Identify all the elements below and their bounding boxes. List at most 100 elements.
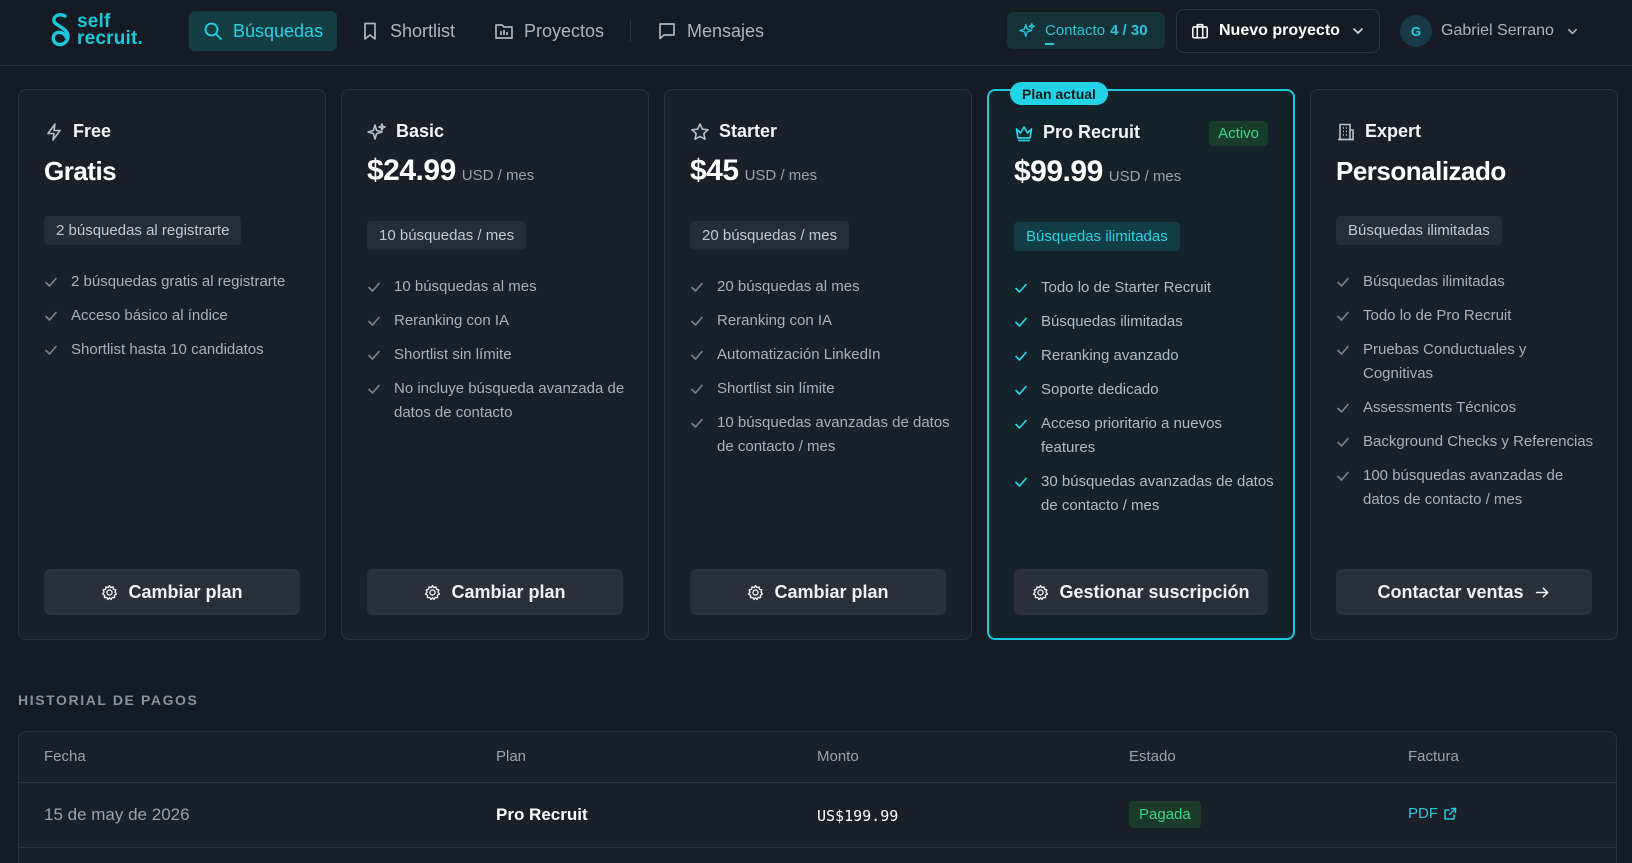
- check-icon: [45, 345, 57, 355]
- plan-price: Personalizado: [1336, 156, 1506, 186]
- feature-item: Pruebas Conductuales y Cognitivas: [1336, 338, 1598, 386]
- plan-header: Free: [44, 121, 111, 142]
- table-header: Fecha Plan Monto Estado Factura: [19, 732, 1616, 783]
- price-unit: USD / mes: [461, 167, 535, 184]
- feature-item: 2 búsquedas gratis al registrarte: [44, 270, 306, 294]
- column-header-plan: Plan: [496, 748, 527, 765]
- nav-label: Mensajes: [687, 20, 765, 41]
- logo-line-2: recruit.: [77, 28, 144, 49]
- check-icon: [691, 418, 703, 428]
- feature-text: 100 búsquedas avanzadas de datos de cont…: [1363, 467, 1564, 508]
- price-row: $24.99 USD / mes: [367, 154, 534, 188]
- check-icon: [368, 350, 380, 360]
- quota-pill: 2 búsquedas al registrarte: [44, 216, 242, 245]
- status-badge: Pagada: [1129, 801, 1201, 828]
- check-icon: [1015, 351, 1027, 361]
- check-icon: [368, 316, 380, 326]
- user-menu[interactable]: G Gabriel Serrano: [1400, 14, 1579, 48]
- change-plan-button[interactable]: Cambiar plan: [690, 569, 946, 615]
- check-icon: [1015, 283, 1027, 293]
- feature-text: Automatización LinkedIn: [717, 346, 881, 363]
- feature-list: Búsquedas ilimitadas Todo lo de Pro Recr…: [1336, 270, 1598, 522]
- feature-item: Shortlist sin límite: [367, 343, 629, 367]
- crown-icon: [1015, 125, 1033, 141]
- feature-list: Todo lo de Starter Recruit Búsquedas ili…: [1014, 276, 1276, 528]
- logo[interactable]: self recruit.: [50, 12, 143, 48]
- contact-label: Contacto: [1045, 22, 1106, 45]
- feature-item: Soporte dedicado: [1014, 378, 1276, 402]
- change-plan-button[interactable]: Cambiar plan: [44, 569, 300, 615]
- plan-price: $45: [690, 154, 739, 187]
- feature-item: 100 búsquedas avanzadas de datos de cont…: [1336, 464, 1598, 512]
- payment-amount: US$199.99: [817, 807, 899, 825]
- check-icon: [1015, 385, 1027, 395]
- plan-name: Expert: [1365, 121, 1422, 141]
- bookmark-icon: [364, 22, 376, 40]
- gear-icon: [748, 584, 764, 600]
- bolt-icon: [47, 122, 61, 141]
- column-header-monto: Monto: [817, 748, 859, 765]
- feature-text: Todo lo de Pro Recruit: [1363, 307, 1512, 324]
- top-bar: self recruit. Búsquedas Shortlist Proyec…: [0, 0, 1632, 66]
- feature-text: Assessments Técnicos: [1363, 399, 1517, 416]
- star-icon: [691, 122, 709, 140]
- nav-proyectos[interactable]: Proyectos: [480, 11, 618, 51]
- check-icon: [691, 384, 703, 394]
- check-icon: [368, 282, 380, 292]
- gear-icon: [102, 584, 118, 600]
- plan-header: Starter: [690, 121, 777, 142]
- check-icon: [1337, 345, 1349, 355]
- plan-card-expert: Expert Personalizado Búsquedas ilimitada…: [1310, 89, 1618, 640]
- feature-text: 2 búsquedas gratis al registrarte: [71, 273, 286, 290]
- button-label: Gestionar suscripción: [1059, 581, 1250, 602]
- payment-plan: Pro Recruit: [496, 805, 588, 824]
- feature-item: Búsquedas ilimitadas: [1336, 270, 1598, 294]
- column-header-factura: Factura: [1408, 748, 1459, 765]
- nav-mensajes[interactable]: Mensajes: [643, 11, 778, 51]
- contact-sales-button[interactable]: Contactar ventas: [1336, 569, 1592, 615]
- search-icon: [204, 22, 222, 40]
- chevron-down-icon: [1353, 28, 1363, 34]
- feature-text: Reranking con IA: [394, 312, 510, 329]
- user-name: Gabriel Serrano: [1441, 22, 1554, 39]
- feature-text: Shortlist sin límite: [717, 380, 835, 397]
- contact-credits[interactable]: Contacto 4 / 30: [1007, 12, 1165, 49]
- nav-label: Shortlist: [390, 20, 456, 41]
- check-icon: [1337, 437, 1349, 447]
- check-icon: [691, 350, 703, 360]
- logo-text: self recruit.: [77, 12, 144, 49]
- change-plan-button[interactable]: Cambiar plan: [367, 569, 623, 615]
- payment-date: 15 de may de 2026: [44, 805, 190, 824]
- feature-list: 10 búsquedas al mes Reranking con IA Sho…: [367, 275, 629, 435]
- plan-name: Starter: [719, 121, 778, 141]
- column-header-estado: Estado: [1129, 748, 1176, 765]
- plan-header: Basic: [367, 121, 444, 142]
- current-plan-badge: Plan actual: [1010, 82, 1108, 105]
- feature-item: 10 búsquedas avanzadas de datos de conta…: [690, 411, 952, 459]
- price-row: $45 USD / mes: [690, 154, 817, 188]
- feature-item: 10 búsquedas al mes: [367, 275, 629, 299]
- plan-header: Expert: [1336, 121, 1421, 142]
- arrow-right-icon: [1535, 586, 1548, 598]
- nav-divider: [630, 20, 631, 42]
- invoice-pdf-link[interactable]: PDF: [1408, 805, 1457, 822]
- plan-name: Pro Recruit: [1043, 122, 1141, 142]
- feature-item: Automatización LinkedIn: [690, 343, 952, 367]
- feature-text: Acceso prioritario a nuevos features: [1041, 415, 1222, 456]
- project-select[interactable]: Nuevo proyecto: [1176, 9, 1380, 53]
- manage-subscription-button[interactable]: Gestionar suscripción: [1014, 569, 1268, 615]
- quota-pill: Búsquedas ilimitadas: [1014, 222, 1180, 251]
- sparkles-icon: [1019, 23, 1035, 38]
- check-icon: [1015, 477, 1027, 487]
- plan-card-basic: Basic $24.99 USD / mes 10 búsquedas / me…: [341, 89, 649, 640]
- invoice-link-label: PDF: [1408, 805, 1438, 822]
- nav-shortlist[interactable]: Shortlist: [346, 11, 469, 51]
- feature-text: Acceso básico al índice: [71, 307, 228, 324]
- plan-card-pro-recruit: Plan actual Pro Recruit Activo $99.99 US…: [987, 82, 1295, 640]
- nav-busquedas[interactable]: Búsquedas: [189, 11, 338, 51]
- table-row: 15 de may de 2026 Pro Recruit US$199.99 …: [19, 784, 1616, 848]
- price-row: Personalizado: [1336, 156, 1506, 187]
- feature-list: 2 búsquedas gratis al registrarte Acceso…: [44, 270, 306, 372]
- feature-item: 30 búsquedas avanzadas de datos de conta…: [1014, 470, 1276, 518]
- price-row: $99.99 USD / mes: [1014, 155, 1181, 189]
